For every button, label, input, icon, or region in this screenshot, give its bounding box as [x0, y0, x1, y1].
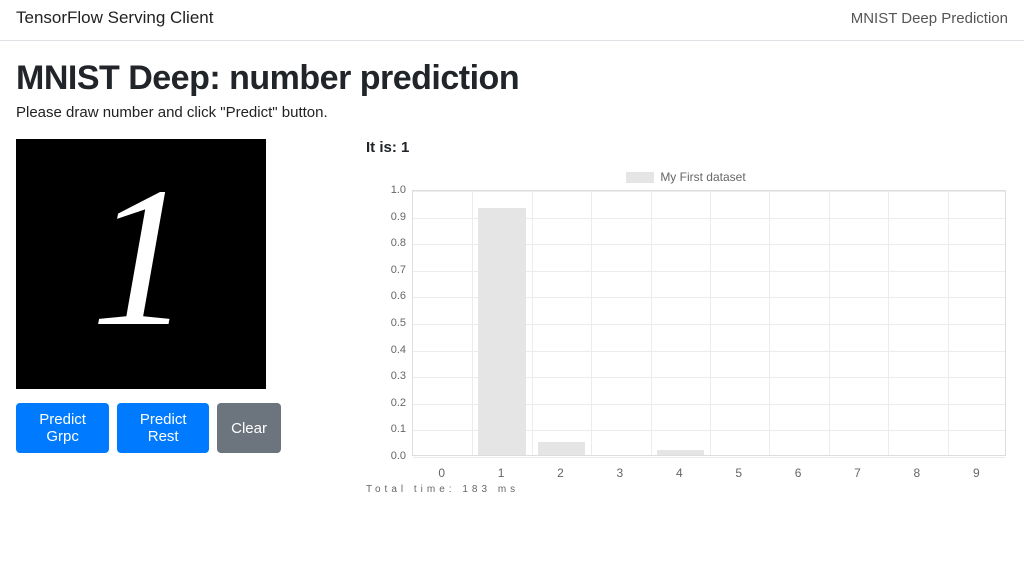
chart-gridline-v [769, 191, 770, 455]
chart-ytick: 0.7 [366, 264, 406, 276]
chart-grid [412, 190, 1006, 456]
timing-text: Total time: 183 ms [366, 484, 1006, 495]
chart-xtick: 2 [551, 466, 571, 480]
chart-xtick: 7 [848, 466, 868, 480]
chart-ytick: 0.1 [366, 423, 406, 435]
chart-ytick: 0.2 [366, 397, 406, 409]
content-row: 1 Predict Grpc Predict Rest Clear It is:… [16, 139, 1008, 495]
chart-ytick: 0.4 [366, 344, 406, 356]
chart-bar [478, 208, 526, 455]
chart-xtick: 4 [669, 466, 689, 480]
chart-area: My First dataset 0.0 0.1 0.2 0.3 0.4 0.5 0.6 0.… [366, 170, 1006, 495]
chart-gridline-h [413, 191, 1005, 192]
chart-xtick: 9 [966, 466, 986, 480]
chart-xtick: 1 [491, 466, 511, 480]
chart-gridline-v [948, 191, 949, 455]
draw-column: 1 Predict Grpc Predict Rest Clear [16, 139, 281, 453]
result-value: 1 [401, 139, 409, 156]
chart-xtick: 3 [610, 466, 630, 480]
chart-gridline-v [591, 191, 592, 455]
chart-plot: 0.00.10.20.30.40.50.60.70.80.91.00123456… [366, 190, 1006, 480]
chart-bar [538, 442, 586, 455]
navbar-brand[interactable]: TensorFlow Serving Client [16, 8, 213, 28]
chart-ytick: 0.3 [366, 370, 406, 382]
result-label: It is: 1 [366, 139, 1008, 156]
drawn-digit-glyph: 1 [91, 158, 191, 358]
drawing-canvas[interactable]: 1 [16, 139, 266, 389]
predict-grpc-button[interactable]: Predict Grpc [16, 403, 109, 453]
chart-ytick: 0.8 [366, 237, 406, 249]
page-title: MNIST Deep: number prediction [16, 59, 1008, 98]
chart-ytick: 0.5 [366, 317, 406, 329]
chart-gridline-h [413, 457, 1005, 458]
predict-rest-button[interactable]: Predict Rest [117, 403, 209, 453]
chart-ytick: 0.9 [366, 211, 406, 223]
chart-bar [657, 450, 705, 455]
main-container: MNIST Deep: number prediction Please dra… [0, 41, 1024, 495]
navbar-page-link[interactable]: MNIST Deep Prediction [851, 10, 1008, 27]
chart-xtick: 8 [907, 466, 927, 480]
chart-ytick: 0.0 [366, 450, 406, 462]
chart-gridline-v [532, 191, 533, 455]
navbar: TensorFlow Serving Client MNIST Deep Pre… [0, 0, 1024, 41]
chart-gridline-v [710, 191, 711, 455]
chart-xtick: 6 [788, 466, 808, 480]
result-column: It is: 1 My First dataset 0.0 0.1 0.2 0.3 0.… [366, 139, 1008, 495]
chart-gridline-v [888, 191, 889, 455]
chart-gridline-v [472, 191, 473, 455]
chart-xtick: 5 [729, 466, 749, 480]
chart-ytick: 1.0 [366, 184, 406, 196]
legend-label: My First dataset [660, 170, 745, 184]
clear-button[interactable]: Clear [217, 403, 281, 453]
page-subtitle: Please draw number and click "Predict" b… [16, 104, 1008, 121]
chart-legend: My First dataset [366, 170, 1006, 184]
legend-swatch-icon [626, 172, 654, 183]
result-prefix: It is: [366, 139, 401, 156]
button-row: Predict Grpc Predict Rest Clear [16, 403, 281, 453]
chart-ytick: 0.6 [366, 290, 406, 302]
chart-gridline-v [829, 191, 830, 455]
chart-gridline-v [651, 191, 652, 455]
chart-xtick: 0 [432, 466, 452, 480]
